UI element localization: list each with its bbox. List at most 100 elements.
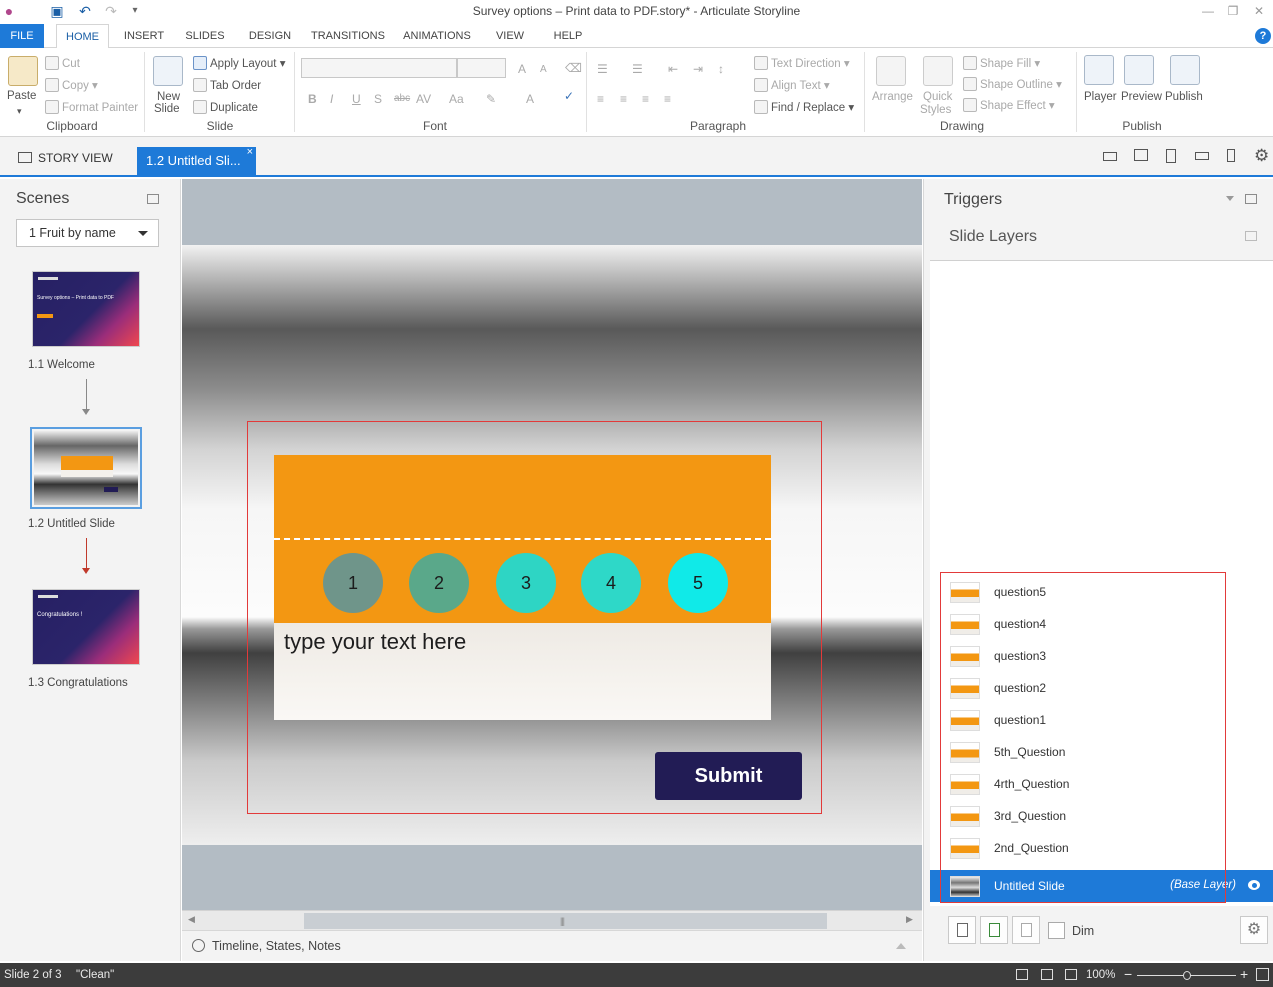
spell-check-icon[interactable]: ✓ [564,89,574,103]
layer-settings-button[interactable]: ⚙ [1240,916,1268,944]
font-size-combo[interactable] [457,58,506,78]
numbering-icon[interactable]: ☰ [632,62,643,76]
rating-circle-2[interactable]: 2 [409,553,469,613]
italic-icon[interactable]: I [330,92,333,106]
tab-transitions[interactable]: TRANSITIONS [308,24,388,48]
align-center-icon[interactable]: ≡ [620,92,627,106]
slide-label-2[interactable]: 1.2 Untitled Slide [28,518,115,530]
player-button[interactable]: Player [1084,91,1117,103]
desktop-view-icon[interactable] [1103,152,1117,161]
gear-icon[interactable]: ⚙ [1254,146,1269,166]
tablet-portrait-icon[interactable] [1166,149,1176,163]
delete-layer-button[interactable] [1012,916,1040,944]
rating-circle-1[interactable]: 1 [323,553,383,613]
pin-icon[interactable] [1245,231,1257,241]
copy-button[interactable]: Copy ▾ [45,78,98,92]
rating-circle-3[interactable]: 3 [496,553,556,613]
duplicate-layer-button[interactable] [980,916,1008,944]
font-color-icon[interactable]: A [526,92,534,106]
dim-checkbox[interactable] [1048,922,1065,939]
scrollbar-thumb[interactable] [304,913,827,929]
fit-to-window-icon[interactable] [1256,968,1269,981]
triggers-title[interactable]: Triggers [944,191,1002,209]
zoom-out-button[interactable]: − [1124,966,1132,982]
zoom-in-button[interactable]: + [1240,966,1248,982]
tab-file[interactable]: FILE [0,24,44,48]
bold-icon[interactable]: B [308,92,317,106]
slide-tab[interactable]: 1.2 Untitled Sli... × [137,146,256,177]
duplicate-button[interactable]: Duplicate [193,100,258,114]
scene-dropdown[interactable]: 1 Fruit by name [16,219,159,247]
shape-fill-button[interactable]: Shape Fill ▾ [963,56,1040,70]
text-direction-button[interactable]: Text Direction ▾ [754,56,850,70]
paste-button[interactable]: Paste [7,90,36,102]
zoom-slider-knob[interactable] [1183,971,1191,980]
slide-label-3[interactable]: 1.3 Congratulations [28,677,128,689]
shrink-font-icon[interactable]: A [540,64,547,75]
submit-button[interactable]: Submit [655,752,802,800]
apply-layout-button[interactable]: Apply Layout ▾ [193,56,285,70]
slide-thumbnail-1[interactable]: Survey options – Print data to PDF [32,271,140,347]
scroll-right-icon[interactable]: ▶ [906,914,913,925]
decrease-indent-icon[interactable]: ⇤ [668,62,678,76]
reading-view-icon[interactable] [1065,969,1077,980]
scroll-left-icon[interactable]: ◀ [188,914,195,925]
preview-button[interactable]: Preview [1121,91,1162,103]
maximize-button[interactable]: ❐ [1222,2,1244,20]
tab-home[interactable]: HOME [56,24,109,49]
bullets-icon[interactable]: ☰ [597,62,608,76]
tab-animations[interactable]: ANIMATIONS [397,24,477,48]
shape-outline-button[interactable]: Shape Outline ▾ [963,77,1062,91]
tablet-landscape-icon[interactable] [1134,149,1148,161]
eye-icon[interactable] [1248,880,1260,890]
format-painter-button[interactable]: Format Painter [45,100,138,114]
close-tab-icon[interactable]: × [247,139,253,166]
character-spacing-icon[interactable]: AV [416,92,431,106]
strikethrough-icon[interactable]: abc [394,93,410,104]
timeline-label[interactable]: Timeline, States, Notes [212,939,341,953]
shape-effect-button[interactable]: Shape Effect ▾ [963,98,1055,112]
horizontal-scrollbar[interactable]: ◀ ||| ▶ [182,910,922,930]
shadow-icon[interactable]: S [374,92,382,106]
new-slide-button[interactable]: New [157,91,180,103]
slide-label-1[interactable]: 1.1 Welcome [28,359,95,371]
minimize-button[interactable]: — [1197,2,1219,20]
tab-slides[interactable]: SLIDES [180,24,230,48]
highlight-icon[interactable]: ✎ [486,92,496,106]
timeline-bar[interactable]: Timeline, States, Notes [182,930,922,961]
slide-thumbnail-3[interactable]: Congratulations ! [32,589,140,665]
tab-design[interactable]: DESIGN [243,24,297,48]
grow-font-icon[interactable]: A [518,62,526,76]
close-button[interactable]: ✕ [1248,2,1270,20]
arrange-button[interactable]: Arrange [872,91,913,103]
find-replace-button[interactable]: Find / Replace ▾ [754,100,854,114]
pin-icon[interactable] [1245,194,1257,204]
align-text-button[interactable]: Align Text ▾ [754,78,830,92]
increase-indent-icon[interactable]: ⇥ [693,62,703,76]
chevron-up-icon[interactable] [896,943,906,949]
slide-thumbnail-2[interactable] [30,427,142,509]
pin-icon[interactable] [147,194,159,204]
rating-circle-4[interactable]: 4 [581,553,641,613]
align-right-icon[interactable]: ≡ [642,92,649,106]
tab-help[interactable]: HELP [548,24,588,48]
phone-landscape-icon[interactable] [1195,152,1209,160]
line-spacing-icon[interactable]: ↕ [718,62,724,76]
phone-portrait-icon[interactable] [1227,149,1235,162]
clear-format-icon[interactable]: ⌫ [565,61,582,75]
story-view-tab[interactable]: STORY VIEW [18,151,113,165]
normal-view-icon[interactable] [1041,969,1053,980]
tab-order-button[interactable]: Tab Order [193,78,261,92]
change-case-icon[interactable]: Aa [449,92,464,106]
align-left-icon[interactable]: ≡ [597,92,604,106]
cut-button[interactable]: Cut [45,56,80,70]
font-family-combo[interactable] [301,58,457,78]
new-layer-button[interactable] [948,916,976,944]
publish-button[interactable]: Publish [1165,91,1203,103]
tab-insert[interactable]: INSERT [118,24,170,48]
grid-view-icon[interactable] [1016,969,1028,980]
quick-styles-button[interactable]: Quick [923,91,952,103]
help-icon[interactable]: ? [1255,28,1271,44]
rating-circle-5[interactable]: 5 [668,553,728,613]
tab-view[interactable]: VIEW [490,24,530,48]
